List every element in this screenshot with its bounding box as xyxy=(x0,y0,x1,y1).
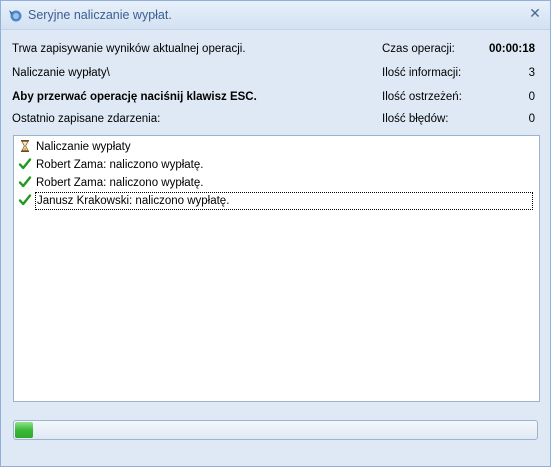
log-item-text: Robert Zama: naliczono wypłatę. xyxy=(36,159,204,171)
hourglass-icon xyxy=(21,140,29,152)
progress-bar xyxy=(13,420,538,440)
warning-count-value: 0 xyxy=(528,91,535,103)
title-bar[interactable]: Seryjne naliczanie wypłat. ✕ xyxy=(1,1,550,30)
log-item-text: Naliczanie wypłaty xyxy=(36,141,131,153)
checkmark-icon xyxy=(18,176,32,188)
last-saved-label: Ostatnio zapisane zdarzenia: xyxy=(12,113,161,125)
error-count-value: 0 xyxy=(528,113,535,125)
checkmark-icon xyxy=(18,194,32,206)
esc-hint-text: Aby przerwać operację naciśnij klawisz E… xyxy=(12,91,257,103)
operation-time-label: Czas operacji: xyxy=(382,43,455,55)
log-item[interactable]: Robert Zama: naliczono wypłatę. xyxy=(18,157,203,173)
log-item[interactable]: Janusz Krakowski: naliczono wypłatę. xyxy=(18,192,535,210)
log-item-text: Robert Zama: naliczono wypłatę. xyxy=(36,177,204,189)
log-item-text: Janusz Krakowski: naliczono wypłatę. xyxy=(35,192,533,210)
app-icon xyxy=(9,10,22,22)
close-button[interactable]: ✕ xyxy=(527,6,543,22)
warning-count-label: Ilość ostrzeżeń: xyxy=(382,91,462,103)
event-log-list[interactable]: Naliczanie wypłaty Robert Zama: naliczon… xyxy=(13,135,540,402)
window-title: Seryjne naliczanie wypłat. xyxy=(28,8,172,22)
info-count-label: Ilość informacji: xyxy=(382,67,462,79)
dialog-window: Seryjne naliczanie wypłat. ✕ Trwa zapisy… xyxy=(0,0,551,467)
current-step-text: Naliczanie wypłaty\ xyxy=(12,67,110,79)
error-count-label: Ilość błędów: xyxy=(382,113,449,125)
operation-time-value: 00:00:18 xyxy=(488,43,535,55)
info-count-value: 3 xyxy=(528,67,535,79)
log-item[interactable]: Robert Zama: naliczono wypłatę. xyxy=(18,175,203,191)
checkmark-icon xyxy=(18,158,32,170)
log-item[interactable]: Naliczanie wypłaty xyxy=(18,139,131,155)
dialog-content: Trwa zapisywanie wyników aktualnej opera… xyxy=(1,30,550,466)
progress-fill xyxy=(15,422,33,438)
close-icon: ✕ xyxy=(529,6,541,22)
operation-status-text: Trwa zapisywanie wyników aktualnej opera… xyxy=(12,43,246,55)
